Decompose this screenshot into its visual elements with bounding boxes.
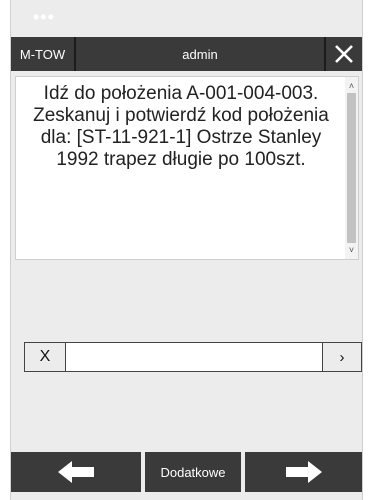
instruction-text: Idź do położenia A-001-004-003. Zeskanuj… — [33, 83, 329, 170]
scrollbar[interactable]: ˄ ˅ — [345, 77, 358, 259]
clear-button[interactable]: X — [25, 343, 66, 371]
scan-input-row: X › — [24, 342, 362, 372]
scroll-up-icon[interactable]: ˄ — [345, 81, 358, 91]
next-button[interactable] — [245, 452, 362, 492]
scroll-down-icon[interactable]: ˅ — [345, 245, 358, 255]
arrow-right-icon — [285, 461, 322, 483]
extra-button[interactable]: Dodatkowe — [145, 452, 241, 492]
submit-button[interactable]: › — [322, 343, 361, 371]
scroll-thumb[interactable] — [347, 93, 356, 243]
user-label: admin — [76, 37, 324, 71]
instruction-panel: Idź do położenia A-001-004-003. Zeskanuj… — [15, 76, 359, 260]
arrow-left-icon — [58, 461, 94, 483]
close-button[interactable] — [326, 37, 362, 71]
close-icon — [335, 45, 353, 63]
mtow-button[interactable]: M-TOW — [11, 37, 74, 71]
title-bar: ••• — [11, 0, 362, 32]
app-frame: ••• M-TOW admin Idź do położenia A-001-0… — [10, 0, 363, 500]
back-button[interactable] — [11, 452, 141, 492]
footer-bar: Dodatkowe — [11, 452, 362, 492]
header-bar: M-TOW admin — [11, 37, 362, 71]
scan-input[interactable] — [66, 343, 322, 371]
menu-dots-icon[interactable]: ••• — [33, 8, 55, 26]
